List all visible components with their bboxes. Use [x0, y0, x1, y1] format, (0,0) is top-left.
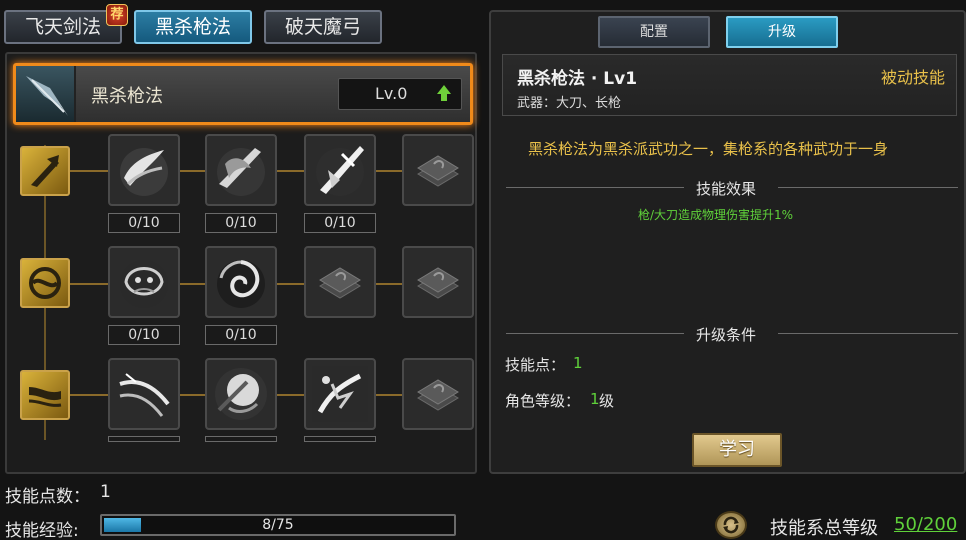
skill-slot[interactable]	[108, 246, 180, 318]
spear-header-icon	[16, 66, 76, 122]
skill-slot[interactable]	[402, 358, 474, 430]
swirl-row-icon[interactable]	[20, 258, 70, 308]
conditions-heading: 升级条件	[696, 326, 757, 344]
skill-slot[interactable]	[304, 134, 376, 206]
total-level-label: 技能系总等级	[770, 518, 878, 539]
learn-button[interactable]: 学习	[692, 433, 782, 467]
wave-row-icon[interactable]	[20, 370, 70, 420]
weapon-list: 武器：大刀、长枪	[517, 96, 622, 111]
tab-label: 黑杀枪法	[154, 16, 231, 38]
effect-text: 枪/大刀造成物理伤害提升1%	[638, 208, 794, 222]
skill-count: 0/10	[304, 213, 376, 233]
effect-heading: 技能效果	[696, 180, 757, 198]
skill-slot[interactable]	[402, 134, 474, 206]
skill-slot[interactable]	[205, 358, 277, 430]
skill-slot[interactable]	[108, 358, 180, 430]
spear-row-icon[interactable]	[20, 146, 70, 196]
tab-config[interactable]: 配置	[598, 16, 710, 48]
warrior-strike-icon	[215, 368, 267, 420]
detail-title: 黑杀枪法 · Lv1	[517, 69, 638, 89]
level-up-arrow-icon[interactable]	[437, 85, 451, 101]
tab-potian-bow[interactable]: 破天魔弓	[264, 10, 382, 44]
spear-whirl-icon	[120, 148, 168, 196]
cond-level-unit: 级	[599, 392, 615, 410]
skill-slot[interactable]	[304, 358, 376, 430]
divider	[778, 187, 958, 188]
skill-header[interactable]: 黑杀枪法 Lv.0	[13, 63, 473, 125]
tab-label: 升级	[768, 24, 796, 40]
skill-slot[interactable]	[108, 134, 180, 206]
skill-exp-text: 8/75	[262, 517, 294, 533]
skill-count: 0/10	[205, 213, 277, 233]
wind-slash-icon	[116, 366, 172, 422]
shadow-burst-icon	[312, 366, 368, 422]
divider	[778, 333, 958, 334]
skill-count-partial	[304, 436, 376, 442]
recommend-badge: 荐	[106, 4, 128, 26]
skill-count: 0/10	[108, 325, 180, 345]
skill-count-partial	[108, 436, 180, 442]
tab-label: 配置	[640, 24, 668, 40]
skill-description: 黑杀枪法为黑杀派武功之一，集枪系的各种武功于一身	[528, 140, 889, 158]
skill-points-label: 技能点数：	[5, 487, 90, 507]
skill-slot[interactable]	[402, 246, 474, 318]
tab-label: 飞天剑法	[24, 16, 101, 38]
skill-slot[interactable]	[304, 246, 376, 318]
refresh-icon[interactable]	[715, 511, 747, 539]
divider	[506, 333, 684, 334]
locked-scroll-icon	[417, 267, 459, 299]
demon-face-icon	[120, 260, 168, 308]
spear-burst-icon	[316, 146, 364, 196]
skill-exp-bar: 8/75	[100, 514, 456, 536]
tab-heisha-spear[interactable]: 黑杀枪法	[134, 10, 252, 44]
skill-count-partial	[205, 436, 277, 442]
skill-points-value: 1	[100, 482, 111, 502]
total-level-value: 50/200	[894, 514, 958, 535]
skill-slot[interactable]	[205, 134, 277, 206]
locked-scroll-icon	[417, 155, 459, 187]
skill-slot[interactable]	[205, 246, 277, 318]
skill-count: 0/10	[205, 325, 277, 345]
tab-label: 破天魔弓	[284, 16, 361, 38]
cond-points-label: 技能点：	[505, 356, 566, 374]
tab-upgrade[interactable]: 升级	[726, 16, 838, 48]
dragon-spear-icon	[217, 148, 265, 196]
locked-scroll-icon	[417, 379, 459, 411]
divider	[506, 187, 684, 188]
cond-level-label: 角色等级：	[505, 392, 581, 410]
cond-points-value: 1	[573, 354, 583, 372]
vortex-icon	[217, 260, 265, 308]
locked-scroll-icon	[319, 267, 361, 299]
skill-type: 被动技能	[881, 68, 946, 87]
skill-exp-label: 技能经验:	[5, 521, 79, 540]
tab-feitian-sword[interactable]: 飞天剑法	[4, 10, 122, 44]
skill-count: 0/10	[108, 213, 180, 233]
level-box: Lv.0	[338, 78, 462, 110]
skill-name: 黑杀枪法	[91, 86, 163, 107]
level-text: Lv.0	[375, 84, 408, 103]
